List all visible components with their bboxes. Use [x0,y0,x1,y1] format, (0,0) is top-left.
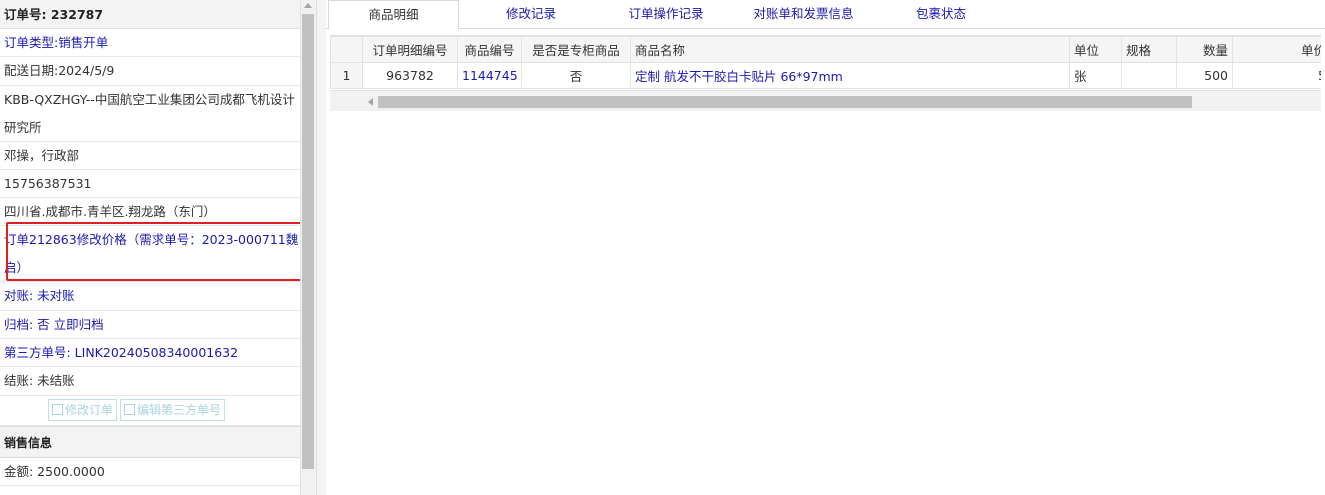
tab-change-log[interactable]: 修改记录 [471,0,591,29]
cell-spec [1121,62,1177,89]
sales-amount: 金额: 2500.0000 [0,458,300,486]
edit-order-label: 修改订单 [65,402,114,417]
detail-panel: 商品明细 修改记录 订单操作记录 对账单和发票信息 包裹状态 订单明细编号 商品… [326,0,1325,495]
tab-statement-invoice[interactable]: 对账单和发票信息 [736,0,871,29]
edit-icon [52,403,63,415]
col-index [330,36,363,63]
edit-icon [124,403,136,415]
order-number: 订单号: 232787 [0,0,300,29]
settle-status: 结账: 未结账 [0,367,300,396]
delivery-date: 配送日期:2024/5/9 [0,57,300,86]
table-header-row: 订单明细编号 商品编号 是否是专柜商品 商品名称 单位 规格 数量 单价 [330,36,1321,63]
cell-unit: 张 [1069,62,1122,89]
col-spec[interactable]: 规格 [1121,36,1177,63]
edit-order-button[interactable]: 修改订单 [48,398,118,421]
tab-bar: 商品明细 修改记录 订单操作记录 对账单和发票信息 包裹状态 [326,0,1325,30]
product-table: 订单明细编号 商品编号 是否是专柜商品 商品名称 单位 规格 数量 单价 1 9… [330,36,1321,89]
col-product-id[interactable]: 商品编号 [457,36,522,63]
grid-horizontal-scrollbar[interactable] [330,90,1321,111]
archive-status[interactable]: 归档: 否 立即归档 [0,311,300,340]
scroll-left-arrow-icon[interactable] [368,98,373,106]
col-unit[interactable]: 单位 [1069,36,1122,63]
customer-name: KBB-QXZHGY--中国航空工业集团公司成都飞机设计研究所 [0,86,300,142]
product-grid: 订单明细编号 商品编号 是否是专柜商品 商品名称 单位 规格 数量 单价 1 9… [330,35,1321,89]
cell-unit-price: 5 [1232,62,1321,89]
col-product-name[interactable]: 商品名称 [630,36,1070,63]
col-unit-price[interactable]: 单价 [1232,36,1321,63]
tab-product-detail[interactable]: 商品明细 [328,0,459,30]
cell-detail-id: 963782 [362,62,458,89]
order-type: 订单类型:销售开单 [0,29,300,58]
reconcile-status: 对账: 未对账 [0,282,300,311]
contact-person: 邓操，行政部 [0,142,300,170]
tab-package-status[interactable]: 包裹状态 [886,0,996,29]
cell-quantity: 500 [1176,62,1233,89]
panel-splitter[interactable] [316,0,326,495]
cell-product-id-link[interactable]: 1144745 [457,62,522,89]
row-index: 1 [330,62,363,89]
scroll-up-arrow-icon[interactable] [304,3,312,8]
action-buttons: 修改订单 编辑第三方单号 [0,396,300,426]
grid-scrollbar-thumb[interactable] [378,96,1192,108]
edit-third-party-label: 编辑第三方单号 [137,402,222,417]
left-scrollbar-thumb[interactable] [302,14,314,469]
col-quantity[interactable]: 数量 [1176,36,1233,63]
table-row[interactable]: 1 963782 1144745 否 定制 航发不干胶白卡贴片 66*97mm … [330,62,1321,89]
col-counter-item[interactable]: 是否是专柜商品 [521,36,631,63]
col-detail-id[interactable]: 订单明细编号 [362,36,458,63]
tab-order-operations[interactable]: 订单操作记录 [606,0,726,29]
sales-info-header: 销售信息 [0,425,300,458]
edit-third-party-button[interactable]: 编辑第三方单号 [120,398,226,421]
third-party-number: 第三方单号: LINK20240508340001632 [0,339,300,368]
cell-counter-item: 否 [521,62,631,89]
order-note: 订单212863修改价格（需求单号：2023-000711魏启） [0,226,300,283]
phone-number: 15756387531 [0,170,300,199]
delivery-address: 四川省.成都市.青羊区.翔龙路（东门） [0,198,300,227]
cell-product-name-link[interactable]: 定制 航发不干胶白卡贴片 66*97mm [630,62,1070,89]
order-info-panel: 订单号: 232787 订单类型:销售开单 配送日期:2024/5/9 KBB-… [0,0,300,495]
